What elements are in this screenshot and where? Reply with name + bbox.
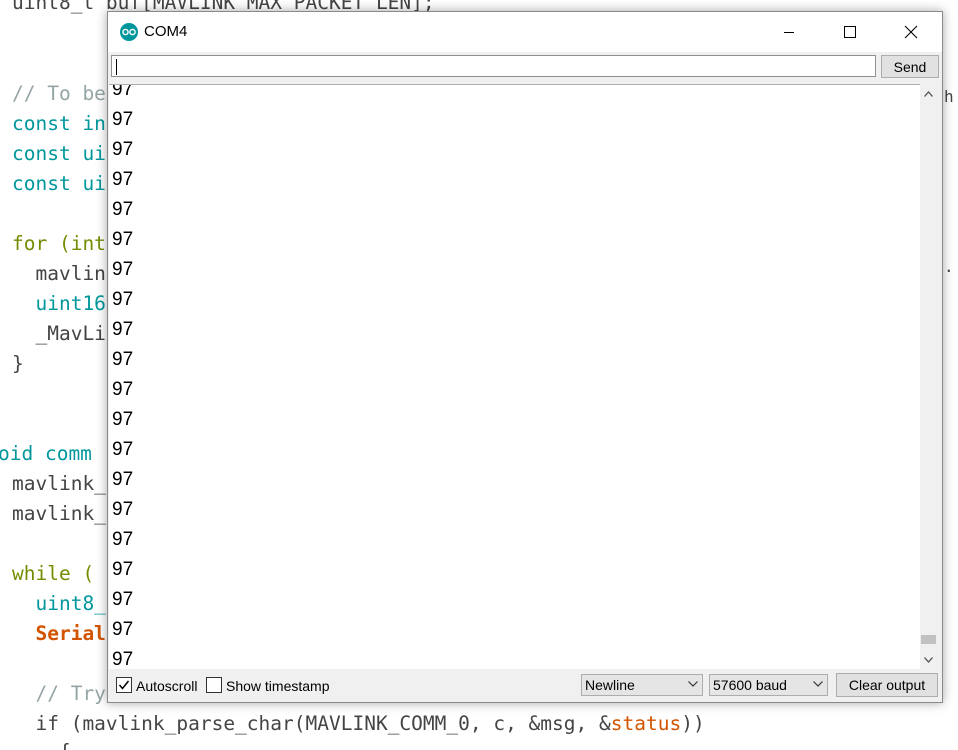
code-token: if (mavlink_parse_char(MAVLINK_COMM_0, c… xyxy=(12,712,611,735)
maximize-icon xyxy=(844,26,856,38)
output-line: 97 xyxy=(112,619,134,640)
show-timestamp-checkbox[interactable] xyxy=(206,677,222,693)
code-line: uint8_ xyxy=(12,592,106,615)
output-line: 97 xyxy=(112,469,134,490)
code-line: _MavLi xyxy=(12,322,106,345)
code-token: status xyxy=(610,712,682,735)
window-title: COM4 xyxy=(144,23,188,40)
code-line: uint16 xyxy=(12,292,106,315)
clear-output-button[interactable]: Clear output xyxy=(836,673,938,697)
code-line: } xyxy=(12,352,24,375)
output-line: 97 xyxy=(112,84,134,100)
output-line: 97 xyxy=(112,559,134,580)
footer-bar: Autoscroll Show timestamp Newline 57600 … xyxy=(108,669,942,702)
autoscroll-label: Autoscroll xyxy=(136,678,198,694)
line-ending-select[interactable]: Newline xyxy=(581,674,703,696)
chevron-down-icon xyxy=(688,681,698,687)
code-overflow-glyph: h xyxy=(944,87,954,106)
minimize-button[interactable] xyxy=(766,12,812,52)
code-line: { xyxy=(12,741,71,750)
code-line: while ( xyxy=(12,562,95,585)
close-button[interactable] xyxy=(888,12,934,52)
chevron-down-icon xyxy=(813,681,823,687)
close-icon xyxy=(904,25,918,39)
output-line: 97 xyxy=(112,319,134,340)
output-line: 97 xyxy=(112,349,134,370)
code-line: const in xyxy=(12,112,106,135)
output-line: 97 xyxy=(112,139,134,160)
arduino-logo-icon xyxy=(120,23,138,41)
chevron-up-icon xyxy=(924,90,933,97)
maximize-button[interactable] xyxy=(827,12,873,52)
vertical-scrollbar[interactable] xyxy=(920,85,937,668)
code-token: )) xyxy=(681,712,705,735)
output-line: 97 xyxy=(112,289,134,310)
output-line: 97 xyxy=(112,529,134,550)
serial-input[interactable] xyxy=(111,55,876,77)
scroll-down-button[interactable] xyxy=(920,651,937,668)
chevron-down-icon xyxy=(924,656,933,663)
output-line: 97 xyxy=(112,169,134,190)
output-line: 97 xyxy=(112,379,134,400)
output-line: 97 xyxy=(112,499,134,520)
output-lines: 97 97 97 97 97 97 97 97 97 97 97 97 97 97 97 97 97 97 97 97 xyxy=(112,84,134,669)
title-bar[interactable]: COM4 xyxy=(108,12,942,52)
input-row: Send xyxy=(108,52,942,84)
output-line: 97 xyxy=(112,229,134,250)
output-line: 97 xyxy=(112,259,134,280)
baud-rate-value: 57600 baud xyxy=(713,677,787,693)
line-ending-value: Newline xyxy=(585,677,635,693)
code-line: const ui xyxy=(12,172,106,195)
show-timestamp-label: Show timestamp xyxy=(226,678,330,694)
code-line: // To be xyxy=(12,82,106,105)
output-line: 97 xyxy=(112,589,134,610)
code-line: mavlink_ xyxy=(12,472,106,495)
code-line: // Try xyxy=(12,682,106,705)
scroll-up-button[interactable] xyxy=(920,85,937,102)
code-overflow-glyph: . xyxy=(944,257,954,276)
send-button[interactable]: Send xyxy=(881,55,939,78)
serial-monitor-window: COM4 Send 97 97 97 97 97 97 97 97 97 97 97 97 97 97 97… xyxy=(107,11,943,703)
code-line: if (mavlink_parse_char(MAVLINK_COMM_0, c… xyxy=(12,712,705,735)
code-line: const ui xyxy=(12,142,106,165)
autoscroll-checkbox[interactable] xyxy=(116,677,132,693)
output-line: 97 xyxy=(112,109,134,130)
code-line: oid comm xyxy=(0,442,92,465)
text-caret xyxy=(116,59,117,75)
code-line: mavlin xyxy=(12,262,106,285)
scroll-thumb[interactable] xyxy=(921,635,936,644)
output-line: 97 xyxy=(112,409,134,430)
code-line: Serial xyxy=(12,622,106,645)
code-line: for (int xyxy=(12,232,106,255)
code-line: mavlink_ xyxy=(12,502,106,525)
output-line: 97 xyxy=(112,199,134,220)
minimize-icon xyxy=(784,32,794,33)
serial-output[interactable]: 97 97 97 97 97 97 97 97 97 97 97 97 97 97 97 97 97 97 97 97 xyxy=(109,84,920,669)
baud-rate-select[interactable]: 57600 baud xyxy=(709,674,828,696)
output-line: 97 xyxy=(112,649,134,669)
checkmark-icon xyxy=(118,680,130,690)
output-line: 97 xyxy=(112,439,134,460)
